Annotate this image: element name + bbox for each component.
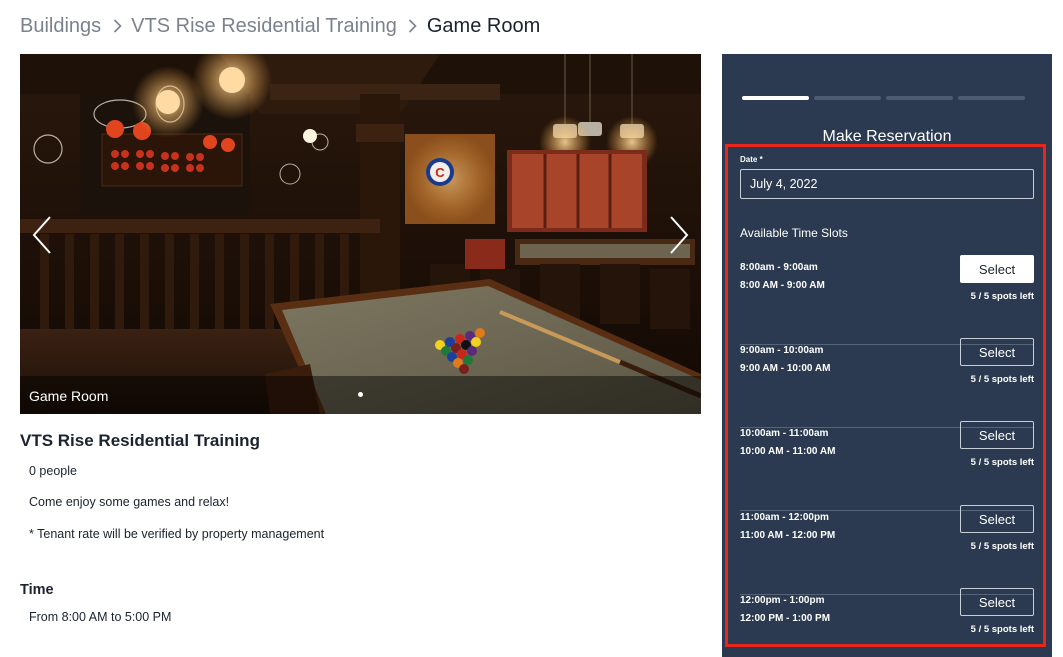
spots-left: 5 / 5 spots left <box>970 291 1034 302</box>
chevron-right-icon <box>403 19 423 33</box>
breadcrumb: Buildings VTS Rise Residential Training … <box>20 12 540 40</box>
tenant-rate-note: * Tenant rate will be verified by proper… <box>29 527 325 541</box>
progress-step <box>886 96 953 100</box>
time-slot: 11:00am - 12:00pm 11:00 AM - 12:00 PM Se… <box>740 505 1034 595</box>
reservation-progress <box>742 96 1025 100</box>
slot-time-range: 12:00 PM - 1:00 PM <box>740 613 831 624</box>
select-slot-button[interactable]: Select <box>960 505 1034 533</box>
date-input[interactable] <box>740 169 1034 199</box>
capacity-text: 0 people <box>29 464 77 478</box>
slot-name: 9:00am - 10:00am <box>740 345 824 356</box>
time-slot: 12:00pm - 1:00pm 12:00 PM - 1:00 PM Sele… <box>740 588 1034 645</box>
time-heading: Time <box>20 582 54 598</box>
carousel-caption-bar: Game Room <box>20 376 701 414</box>
time-slot: 9:00am - 10:00am 9:00 AM - 10:00 AM Sele… <box>740 338 1034 428</box>
slot-name: 12:00pm - 1:00pm <box>740 595 825 606</box>
slot-time-range: 8:00 AM - 9:00 AM <box>740 280 825 291</box>
progress-step <box>958 96 1025 100</box>
select-slot-button[interactable]: Select <box>960 421 1034 449</box>
select-slot-button[interactable]: Select <box>960 338 1034 366</box>
slot-time-range: 9:00 AM - 10:00 AM <box>740 363 831 374</box>
chevron-left-icon <box>32 216 51 254</box>
progress-step <box>814 96 881 100</box>
photo-carousel: C Game Room <box>20 54 701 414</box>
slot-name: 8:00am - 9:00am <box>740 262 818 273</box>
carousel-prev-button[interactable] <box>28 214 58 256</box>
breadcrumb-buildings[interactable]: Buildings <box>20 15 101 38</box>
chevron-right-icon <box>107 19 127 33</box>
breadcrumb-property[interactable]: VTS Rise Residential Training <box>131 15 397 38</box>
slot-time-range: 11:00 AM - 12:00 PM <box>740 530 836 541</box>
spots-left: 5 / 5 spots left <box>970 541 1034 552</box>
date-label: Date * <box>740 155 763 164</box>
breadcrumb-current-amenity: Game Room <box>426 14 541 37</box>
spots-left: 5 / 5 spots left <box>970 457 1034 468</box>
carousel-indicator-dot[interactable] <box>358 392 363 397</box>
time-slot: 8:00am - 9:00am 8:00 AM - 9:00 AM Select… <box>740 255 1034 345</box>
svg-text:C: C <box>435 165 445 180</box>
chevron-right-icon <box>670 216 689 254</box>
time-slots-heading: Available Time Slots <box>740 226 848 240</box>
select-slot-button[interactable]: Select <box>960 588 1034 616</box>
slot-name: 11:00am - 12:00pm <box>740 512 829 523</box>
progress-step <box>742 96 809 100</box>
reservation-panel: Make Reservation Date * Available Time S… <box>722 54 1052 657</box>
time-slot: 10:00am - 11:00am 10:00 AM - 11:00 AM Se… <box>740 421 1034 511</box>
select-slot-button[interactable]: Select <box>960 255 1034 283</box>
spots-left: 5 / 5 spots left <box>970 624 1034 635</box>
carousel-next-button[interactable] <box>663 214 693 256</box>
slot-time-range: 10:00 AM - 11:00 AM <box>740 446 836 457</box>
carousel-caption: Game Room <box>29 388 109 404</box>
description-text: Come enjoy some games and relax! <box>29 495 230 509</box>
game-room-photo: C <box>20 54 701 414</box>
slot-name: 10:00am - 11:00am <box>740 428 829 439</box>
time-value: From 8:00 AM to 5:00 PM <box>29 610 172 624</box>
amenity-property-title: VTS Rise Residential Training <box>20 431 260 450</box>
spots-left: 5 / 5 spots left <box>970 374 1034 385</box>
